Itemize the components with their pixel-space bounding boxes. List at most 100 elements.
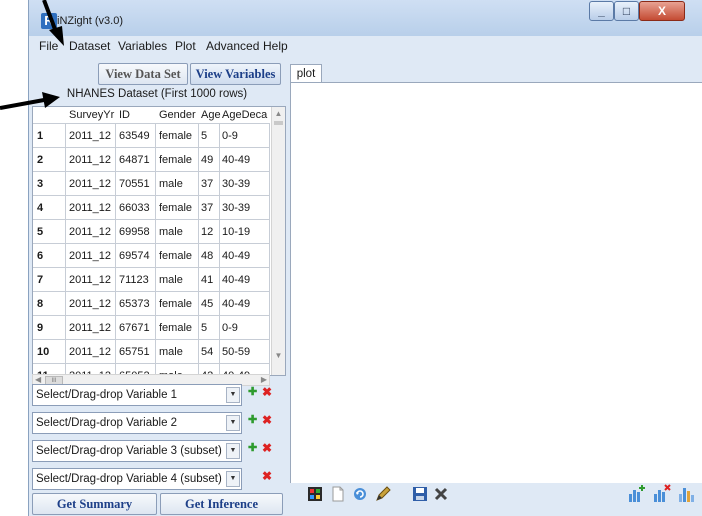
cell-gender[interactable]: female [159, 292, 199, 316]
cell-surveyyr[interactable]: 2011_12 [69, 172, 117, 196]
variable-4-select[interactable]: Select/Drag-drop Variable 4 (subset) ▼ [32, 468, 242, 490]
cell-surveyyr[interactable]: 2011_12 [69, 268, 117, 292]
cell-agedecade[interactable]: 30-39 [222, 172, 268, 196]
cell-id[interactable]: 71123 [119, 268, 155, 292]
cell-gender[interactable]: male [159, 220, 199, 244]
cell-age[interactable]: 12 [201, 220, 221, 244]
variable-2-select[interactable]: Select/Drag-drop Variable 2 ▼ [32, 412, 242, 434]
cell-age[interactable]: 5 [201, 124, 221, 148]
remove-variable-icon[interactable]: ✖ [262, 413, 272, 427]
scroll-down-icon[interactable]: ▼ [272, 351, 285, 360]
column-header-gender[interactable]: Gender [159, 107, 196, 123]
get-summary-button[interactable]: Get Summary [32, 493, 157, 515]
menu-dataset[interactable]: Dataset [69, 39, 110, 53]
chevron-down-icon[interactable]: ▼ [226, 415, 240, 431]
cell-surveyyr[interactable]: 2011_12 [69, 244, 117, 268]
menu-help[interactable]: Help [263, 39, 288, 53]
variable-1-select[interactable]: Select/Drag-drop Variable 1 ▼ [32, 384, 242, 406]
cell-gender[interactable]: female [159, 244, 199, 268]
menu-plot[interactable]: Plot [175, 39, 196, 53]
column-header-agedecade[interactable]: AgeDeca [222, 107, 267, 123]
remove-variable-icon[interactable]: ✖ [262, 469, 272, 483]
row-number[interactable]: 3 [37, 172, 65, 196]
cell-id[interactable]: 69958 [119, 220, 155, 244]
delete-plot-icon[interactable] [433, 486, 449, 502]
menu-file[interactable]: File [39, 39, 58, 53]
new-page-icon[interactable] [330, 486, 346, 502]
cell-surveyyr[interactable]: 2011_12 [69, 340, 117, 364]
scroll-up-icon[interactable]: ▲ [272, 109, 285, 118]
add-variable-icon[interactable]: ✚ [248, 385, 257, 398]
cell-age[interactable]: 41 [201, 268, 221, 292]
edit-icon[interactable] [375, 486, 391, 502]
cell-gender[interactable]: male [159, 268, 199, 292]
plot-area[interactable] [290, 82, 702, 483]
cell-agedecade[interactable]: 40-49 [222, 268, 268, 292]
cell-agedecade[interactable]: 50-59 [222, 340, 268, 364]
cell-id[interactable]: 67671 [119, 316, 155, 340]
close-button[interactable]: X [639, 1, 685, 21]
tab-plot[interactable]: plot [290, 64, 322, 83]
vertical-scrollbar[interactable]: ▲ ▼ [271, 107, 285, 375]
row-number[interactable]: 7 [37, 268, 65, 292]
cell-gender[interactable]: female [159, 124, 199, 148]
row-number[interactable]: 5 [37, 220, 65, 244]
cell-surveyyr[interactable]: 2011_12 [69, 220, 117, 244]
cell-gender[interactable]: female [159, 148, 199, 172]
cell-surveyyr[interactable]: 2011_12 [69, 148, 117, 172]
add-to-plot-icon[interactable] [628, 484, 646, 502]
cell-id[interactable]: 65751 [119, 340, 155, 364]
cell-id[interactable]: 69574 [119, 244, 155, 268]
cell-agedecade[interactable]: 40-49 [222, 244, 268, 268]
view-data-set-button[interactable]: View Data Set [98, 63, 188, 85]
cell-agedecade[interactable]: 0-9 [222, 316, 268, 340]
maximize-button[interactable]: □ [614, 1, 639, 21]
cell-age[interactable]: 37 [201, 172, 221, 196]
cell-age[interactable]: 49 [201, 148, 221, 172]
save-icon[interactable] [412, 486, 428, 502]
remove-from-plot-icon[interactable] [653, 484, 671, 502]
view-variables-button[interactable]: View Variables [190, 63, 281, 85]
cell-gender[interactable]: female [159, 316, 199, 340]
row-number[interactable]: 1 [37, 124, 65, 148]
cell-gender[interactable]: male [159, 172, 199, 196]
column-header-surveyyr[interactable]: SurveyYr [69, 107, 114, 123]
cell-gender[interactable]: male [159, 340, 199, 364]
cell-surveyyr[interactable]: 2011_12 [69, 124, 117, 148]
cell-id[interactable]: 64871 [119, 148, 155, 172]
remove-variable-icon[interactable]: ✖ [262, 385, 272, 399]
cell-surveyyr[interactable]: 2011_12 [69, 292, 117, 316]
cell-agedecade[interactable]: 30-39 [222, 196, 268, 220]
chevron-down-icon[interactable]: ▼ [226, 443, 240, 459]
cell-agedecade[interactable]: 0-9 [222, 124, 268, 148]
cell-id[interactable]: 65373 [119, 292, 155, 316]
get-inference-button[interactable]: Get Inference [160, 493, 283, 515]
add-variable-icon[interactable]: ✚ [248, 441, 257, 454]
cell-gender[interactable]: female [159, 196, 199, 220]
cell-id[interactable]: 63549 [119, 124, 155, 148]
cell-id[interactable]: 66033 [119, 196, 155, 220]
cell-age[interactable]: 48 [201, 244, 221, 268]
cell-age[interactable]: 5 [201, 316, 221, 340]
cell-surveyyr[interactable]: 2011_12 [69, 196, 117, 220]
row-number[interactable]: 9 [37, 316, 65, 340]
row-number[interactable]: 4 [37, 196, 65, 220]
plot-inference-icon[interactable] [678, 484, 696, 502]
row-number[interactable]: 2 [37, 148, 65, 172]
row-number[interactable]: 10 [37, 340, 65, 364]
column-header-age[interactable]: Age [201, 107, 221, 123]
variable-3-select[interactable]: Select/Drag-drop Variable 3 (subset) ▼ [32, 440, 242, 462]
scroll-thumb[interactable] [274, 121, 283, 125]
minimize-button[interactable]: _ [589, 1, 614, 21]
column-header-id[interactable]: ID [119, 107, 130, 123]
cell-age[interactable]: 54 [201, 340, 221, 364]
data-grid[interactable]: SurveyYr ID Gender Age AgeDeca 1 2011_12 6… [32, 106, 286, 376]
cell-age[interactable]: 37 [201, 196, 221, 220]
cell-agedecade[interactable]: 40-49 [222, 148, 268, 172]
menu-advanced[interactable]: Advanced [206, 39, 259, 53]
remove-variable-icon[interactable]: ✖ [262, 441, 272, 455]
add-variable-icon[interactable]: ✚ [248, 413, 257, 426]
cell-id[interactable]: 70551 [119, 172, 155, 196]
refresh-icon[interactable] [352, 486, 368, 502]
palette-icon[interactable] [307, 486, 323, 502]
